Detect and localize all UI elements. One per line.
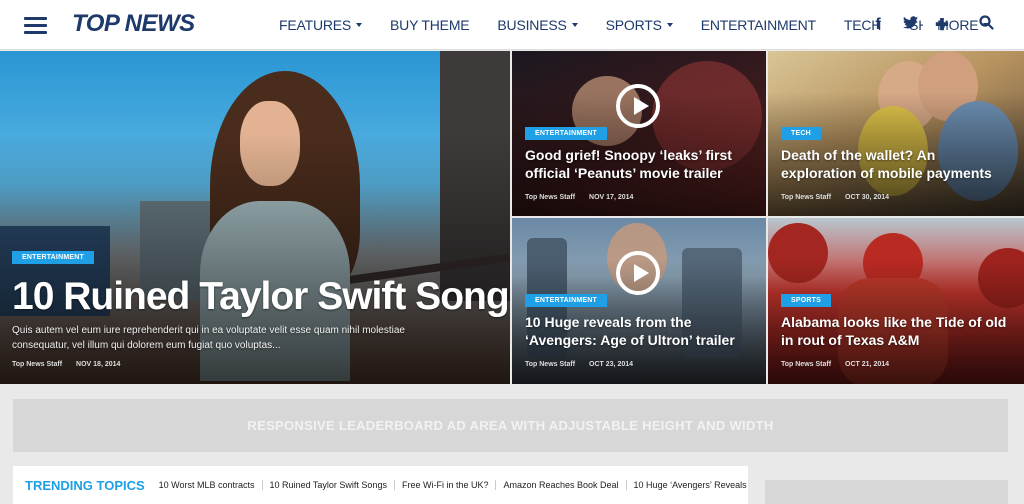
plus-icon[interactable]: ✚ [934,15,950,35]
facebook-icon[interactable]: f [870,16,886,34]
nav-label: ENTERTAINMENT [700,17,816,33]
nav-item-sports[interactable]: SPORTS [606,17,673,33]
hero-story[interactable]: ENTERTAINMENT 10 Ruined Taylor Swift Son… [0,51,510,384]
trending-link[interactable]: 10 Huge ‘Avengers’ Reveals [625,480,754,490]
site-logo[interactable]: TOP NEWS [72,10,195,38]
category-badge[interactable]: SPORTS [781,294,831,307]
leaderboard-ad[interactable]: RESPONSIVE LEADERBOARD AD AREA WITH ADJU… [13,399,1008,452]
page: TOP NEWS FEATURES BUY THEME BUSINESS SPO… [0,0,1024,504]
hero-excerpt: Quis autem vel eum iure reprehenderit qu… [12,325,405,351]
ad-text: RESPONSIVE LEADERBOARD AD AREA WITH ADJU… [247,418,774,433]
chevron-down-icon [356,23,363,27]
sidebar-widget [765,480,1008,504]
chevron-down-icon [666,23,673,27]
chevron-down-icon [571,23,578,27]
play-icon[interactable] [616,251,660,295]
story-author[interactable]: Top News Staff [525,361,575,368]
category-badge[interactable]: ENTERTAINMENT [525,127,607,140]
story-author[interactable]: Top News Staff [525,194,575,201]
top-bar: TOP NEWS FEATURES BUY THEME BUSINESS SPO… [0,0,1024,50]
nav-label: BUSINESS [497,17,567,33]
header-icons: f ✚ [854,15,994,35]
story-date: OCT 21, 2014 [845,361,890,368]
hero-title[interactable]: 10 Ruined Taylor Swift Songs [12,273,510,322]
story-tile[interactable]: ENTERTAINMENT 10 Huge reveals from the ‘… [512,218,766,384]
category-badge[interactable]: TECH [781,127,821,140]
story-title[interactable]: Good grief! Snoopy ‘leaks’ first officia… [525,147,757,182]
search-icon[interactable] [978,15,994,35]
category-badge[interactable]: ENTERTAINMENT [525,294,607,307]
story-tile[interactable]: ENTERTAINMENT Good grief! Snoopy ‘leaks’… [512,51,766,216]
hero-meta: Top News Staff NOV 18, 2014 [12,361,120,368]
trending-link[interactable]: 10 Ruined Taylor Swift Songs [261,480,394,490]
story-author[interactable]: Top News Staff [781,194,831,201]
story-date: OCT 23, 2014 [589,361,634,368]
story-meta: Top News Staff OCT 30, 2014 [781,194,889,201]
story-date: NOV 17, 2014 [589,194,634,201]
story-meta: Top News Staff OCT 21, 2014 [781,361,889,368]
hero-date: NOV 18, 2014 [76,361,121,368]
story-meta: Top News Staff NOV 17, 2014 [525,194,633,201]
nav-item-features[interactable]: FEATURES [279,17,363,33]
nav-label: BUY THEME [390,17,470,33]
trending-label: TRENDING TOPICS [25,477,145,493]
nav-label: FEATURES [279,17,352,33]
story-title[interactable]: Death of the wallet? An exploration of m… [781,147,1013,182]
menu-hamburger-icon[interactable] [24,17,47,34]
story-date: OCT 30, 2014 [845,194,890,201]
story-meta: Top News Staff OCT 23, 2014 [525,361,633,368]
nav-item-business[interactable]: BUSINESS [497,17,578,33]
twitter-icon[interactable] [902,16,918,34]
story-tile[interactable]: TECH Death of the wallet? An exploration… [768,51,1024,216]
trending-link[interactable]: Free Wi-Fi in the UK? [393,480,496,490]
hero-author[interactable]: Top News Staff [12,361,62,368]
story-author[interactable]: Top News Staff [781,361,831,368]
nav-label: SPORTS [605,17,662,33]
nav-item-buy-theme[interactable]: BUY THEME [390,17,470,33]
story-tile[interactable]: SPORTS Alabama looks like the Tide of ol… [768,218,1024,384]
play-icon[interactable] [616,84,660,128]
trending-link[interactable]: Amazon Reaches Book Deal [495,480,625,490]
nav-item-entertainment[interactable]: ENTERTAINMENT [701,17,816,33]
trending-link[interactable]: 10 Worst MLB contracts [159,480,262,490]
hero-category-badge[interactable]: ENTERTAINMENT [12,251,94,264]
story-title[interactable]: Alabama looks like the Tide of old in ro… [781,314,1013,349]
story-title[interactable]: 10 Huge reveals from the ‘Avengers: Age … [525,314,757,349]
trending-topics-bar: TRENDING TOPICS 10 Worst MLB contracts 1… [13,466,748,504]
